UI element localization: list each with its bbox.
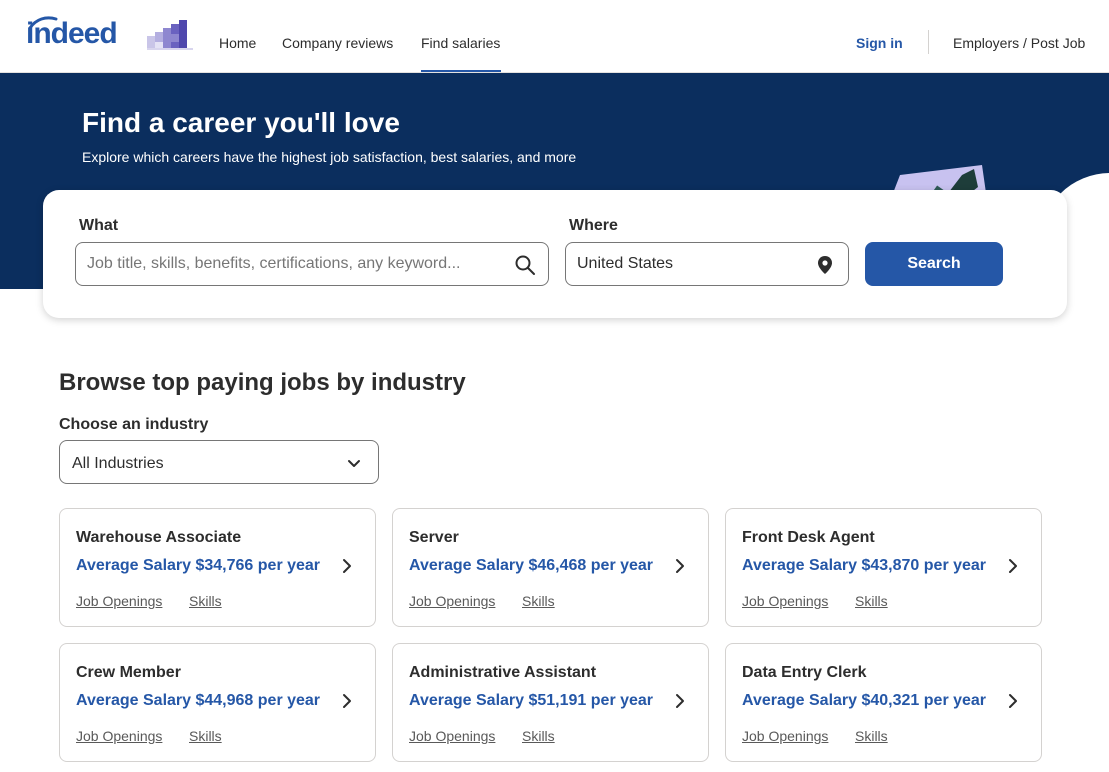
skills-link[interactable]: Skills [522, 592, 555, 610]
location-pin-icon [818, 256, 832, 274]
job-card[interactable]: Crew Member Average Salary $44,968 per y… [59, 643, 376, 762]
logo-text: indeed [26, 17, 118, 50]
site-header: indeed Home Company reviews Find salarie… [0, 0, 1109, 73]
what-label: What [79, 217, 119, 234]
job-title: Data Entry Clerk [742, 664, 867, 681]
job-openings-link[interactable]: Job Openings [409, 727, 495, 745]
hero-title: Find a career you'll love [82, 107, 400, 138]
job-openings-link[interactable]: Job Openings [76, 592, 162, 610]
chevron-right-icon[interactable] [1006, 558, 1020, 574]
nav-find-salaries[interactable]: Find salaries [421, 34, 500, 52]
job-card[interactable]: Server Average Salary $46,468 per year J… [392, 508, 709, 627]
job-salary-link[interactable]: Average Salary $40,321 per year [742, 691, 986, 711]
choose-industry-label: Choose an industry [59, 416, 209, 433]
hero-subtitle: Explore which careers have the highest j… [82, 149, 577, 165]
chevron-right-icon[interactable] [673, 693, 687, 709]
job-openings-link[interactable]: Job Openings [742, 592, 828, 610]
search-icon [515, 255, 535, 275]
what-field[interactable] [75, 242, 549, 286]
chevron-down-icon [348, 460, 360, 467]
industry-select[interactable]: All Industries [59, 440, 379, 484]
sign-in-link[interactable]: Sign in [856, 34, 903, 52]
job-card[interactable]: Front Desk Agent Average Salary $43,870 … [725, 508, 1042, 627]
where-field[interactable] [565, 242, 849, 286]
chevron-right-icon[interactable] [340, 558, 354, 574]
job-salary-link[interactable]: Average Salary $44,968 per year [76, 691, 320, 711]
job-title: Crew Member [76, 664, 181, 681]
job-salary-link[interactable]: Average Salary $43,870 per year [742, 556, 986, 576]
active-nav-underline [421, 70, 501, 72]
industry-select-value: All Industries [72, 455, 164, 472]
skills-link[interactable]: Skills [189, 592, 222, 610]
job-card[interactable]: Warehouse Associate Average Salary $34,7… [59, 508, 376, 627]
job-title: Warehouse Associate [76, 529, 242, 546]
skills-link[interactable]: Skills [522, 727, 555, 745]
search-button[interactable]: Search [865, 242, 1003, 286]
job-card[interactable]: Administrative Assistant Average Salary … [392, 643, 709, 762]
job-salary-link[interactable]: Average Salary $34,766 per year [76, 556, 320, 576]
skills-link[interactable]: Skills [189, 727, 222, 745]
job-salary-link[interactable]: Average Salary $46,468 per year [409, 556, 653, 576]
where-label: Where [569, 217, 618, 234]
job-title: Administrative Assistant [409, 664, 597, 681]
indeed-logo[interactable]: indeed [26, 16, 134, 52]
skills-link[interactable]: Skills [855, 727, 888, 745]
where-input[interactable] [577, 243, 807, 285]
job-title: Front Desk Agent [742, 529, 875, 546]
nav-home[interactable]: Home [219, 34, 256, 52]
job-title: Server [409, 529, 459, 546]
what-input[interactable] [87, 243, 507, 285]
nav-company-reviews[interactable]: Company reviews [282, 34, 393, 52]
skills-link[interactable]: Skills [855, 592, 888, 610]
job-salary-link[interactable]: Average Salary $51,191 per year [409, 691, 653, 711]
job-card[interactable]: Data Entry Clerk Average Salary $40,321 … [725, 643, 1042, 762]
employers-post-job-link[interactable]: Employers / Post Job [953, 34, 1085, 52]
company-bars-icon [147, 20, 193, 50]
chevron-right-icon[interactable] [1006, 693, 1020, 709]
chevron-right-icon[interactable] [673, 558, 687, 574]
job-openings-link[interactable]: Job Openings [742, 727, 828, 745]
search-card: What Where Search [43, 190, 1067, 318]
job-openings-link[interactable]: Job Openings [76, 727, 162, 745]
browse-title: Browse top paying jobs by industry [59, 369, 466, 396]
job-openings-link[interactable]: Job Openings [409, 592, 495, 610]
header-divider [928, 30, 929, 54]
chevron-right-icon[interactable] [340, 693, 354, 709]
